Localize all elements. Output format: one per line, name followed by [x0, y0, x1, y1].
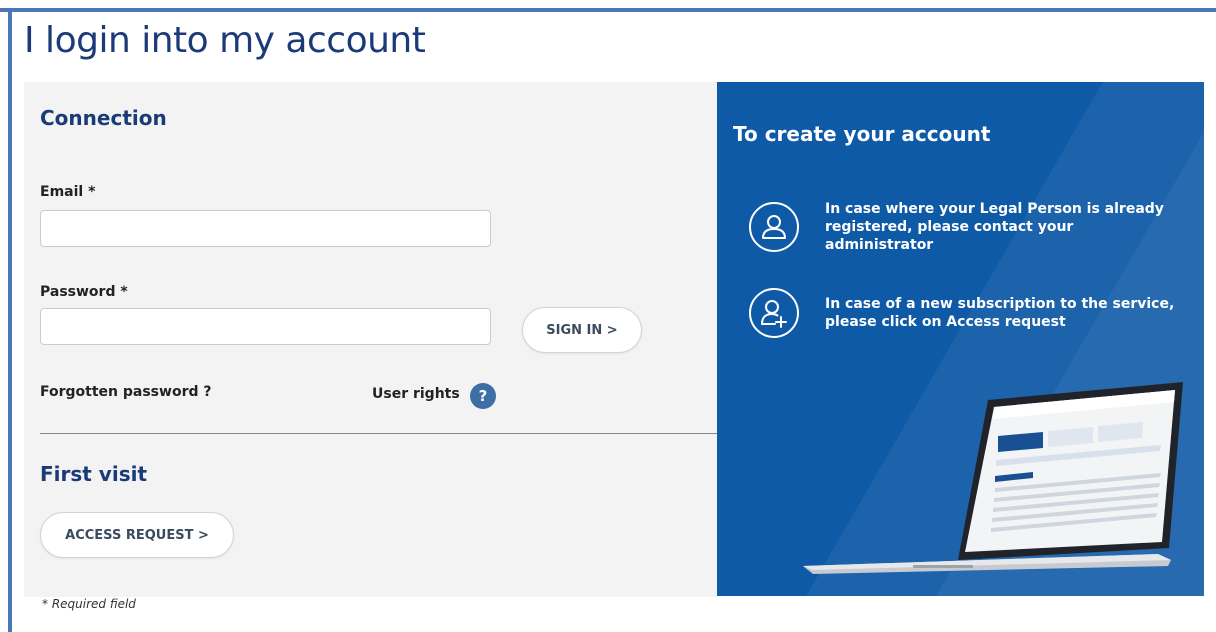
- create-account-panel: To create your account In case where you…: [717, 82, 1204, 596]
- password-label: Password *: [40, 284, 128, 300]
- user-icon: [749, 202, 799, 252]
- access-request-button[interactable]: ACCESS REQUEST >: [40, 512, 234, 558]
- user-rights-link[interactable]: User rights: [372, 386, 460, 402]
- password-field[interactable]: [40, 308, 491, 345]
- frame-left-border: [8, 8, 12, 632]
- login-panel: Connection Email * Password * SIGN IN > …: [24, 82, 717, 597]
- laptop-illustration: [803, 382, 1183, 574]
- help-icon[interactable]: ?: [470, 383, 496, 409]
- user-add-icon: [749, 288, 799, 338]
- frame-top-border: [0, 8, 1216, 12]
- info-text-new: In case of a new subscription to the ser…: [825, 296, 1175, 330]
- email-field[interactable]: [40, 210, 491, 247]
- email-label: Email *: [40, 184, 96, 200]
- create-account-title: To create your account: [733, 122, 991, 146]
- connection-title: Connection: [40, 106, 167, 130]
- sign-in-button[interactable]: SIGN IN >: [522, 307, 642, 353]
- info-text-existing: In case where your Legal Person is alrea…: [825, 201, 1164, 253]
- section-divider: [40, 433, 717, 434]
- page-title: I login into my account: [24, 20, 426, 61]
- forgotten-password-link[interactable]: Forgotten password ?: [40, 384, 212, 400]
- first-visit-title: First visit: [40, 462, 148, 486]
- info-item-existing: In case where your Legal Person is alrea…: [749, 200, 1185, 254]
- info-item-new: In case of a new subscription to the ser…: [749, 288, 1185, 338]
- required-field-note: * Required field: [42, 597, 136, 611]
